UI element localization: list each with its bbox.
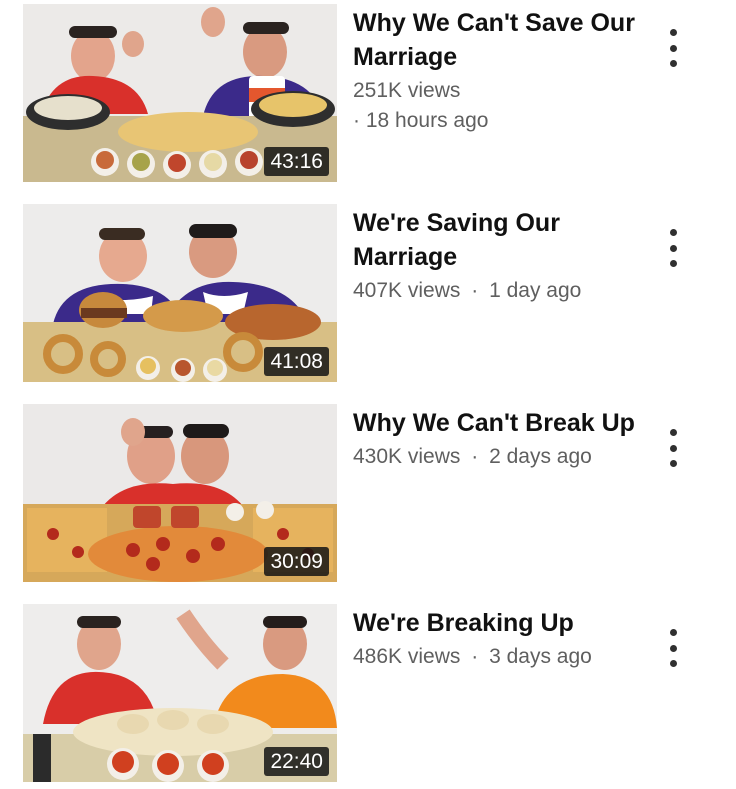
video-thumbnail[interactable]: 30:09: [23, 404, 337, 582]
view-count: 486K views: [353, 645, 461, 668]
meta-separator: ·: [353, 109, 360, 132]
more-vert-icon[interactable]: [662, 626, 684, 670]
meta-separator: ·: [471, 445, 479, 468]
view-count: 430K views: [353, 445, 461, 468]
video-meta: 251K views · 18 hours ago: [353, 76, 653, 136]
video-item[interactable]: 41:08 We're Saving Our Marriage 407K vie…: [0, 204, 736, 386]
video-info[interactable]: We're Breaking Up 486K views · 3 days ag…: [353, 606, 653, 672]
video-item[interactable]: 30:09 Why We Can't Break Up 430K views ·…: [0, 404, 736, 586]
duration-badge: 43:16: [264, 147, 329, 176]
video-info[interactable]: We're Saving Our Marriage 407K views · 1…: [353, 206, 653, 306]
more-vert-icon[interactable]: [662, 226, 684, 270]
upload-age: 1 day ago: [489, 279, 582, 302]
video-meta: 407K views · 1 day ago: [353, 276, 653, 306]
video-thumbnail[interactable]: 43:16: [23, 4, 337, 182]
upload-age: 2 days ago: [489, 445, 592, 468]
more-vert-icon[interactable]: [662, 26, 684, 70]
more-vert-icon[interactable]: [662, 426, 684, 470]
upload-age: 18 hours ago: [365, 109, 489, 132]
video-info[interactable]: Why We Can't Save Our Marriage 251K view…: [353, 6, 653, 136]
meta-separator: ·: [471, 645, 479, 668]
upload-age: 3 days ago: [489, 645, 592, 668]
view-count: 251K views: [353, 79, 461, 102]
duration-badge: 30:09: [264, 547, 329, 576]
video-item[interactable]: 22:40 We're Breaking Up 486K views · 3 d…: [0, 604, 736, 786]
duration-badge: 22:40: [264, 747, 329, 776]
view-count: 407K views: [353, 279, 461, 302]
video-meta: 430K views · 2 days ago: [353, 442, 653, 472]
video-title[interactable]: Why We Can't Break Up: [353, 406, 653, 440]
video-meta: 486K views · 3 days ago: [353, 642, 653, 672]
video-title[interactable]: We're Saving Our Marriage: [353, 206, 653, 274]
video-info[interactable]: Why We Can't Break Up 430K views · 2 day…: [353, 406, 653, 472]
video-thumbnail[interactable]: 22:40: [23, 604, 337, 782]
video-title[interactable]: We're Breaking Up: [353, 606, 653, 640]
video-thumbnail[interactable]: 41:08: [23, 204, 337, 382]
video-item[interactable]: 43:16 Why We Can't Save Our Marriage 251…: [0, 4, 736, 186]
duration-badge: 41:08: [264, 347, 329, 376]
meta-separator: ·: [471, 279, 479, 302]
video-title[interactable]: Why We Can't Save Our Marriage: [353, 6, 653, 74]
